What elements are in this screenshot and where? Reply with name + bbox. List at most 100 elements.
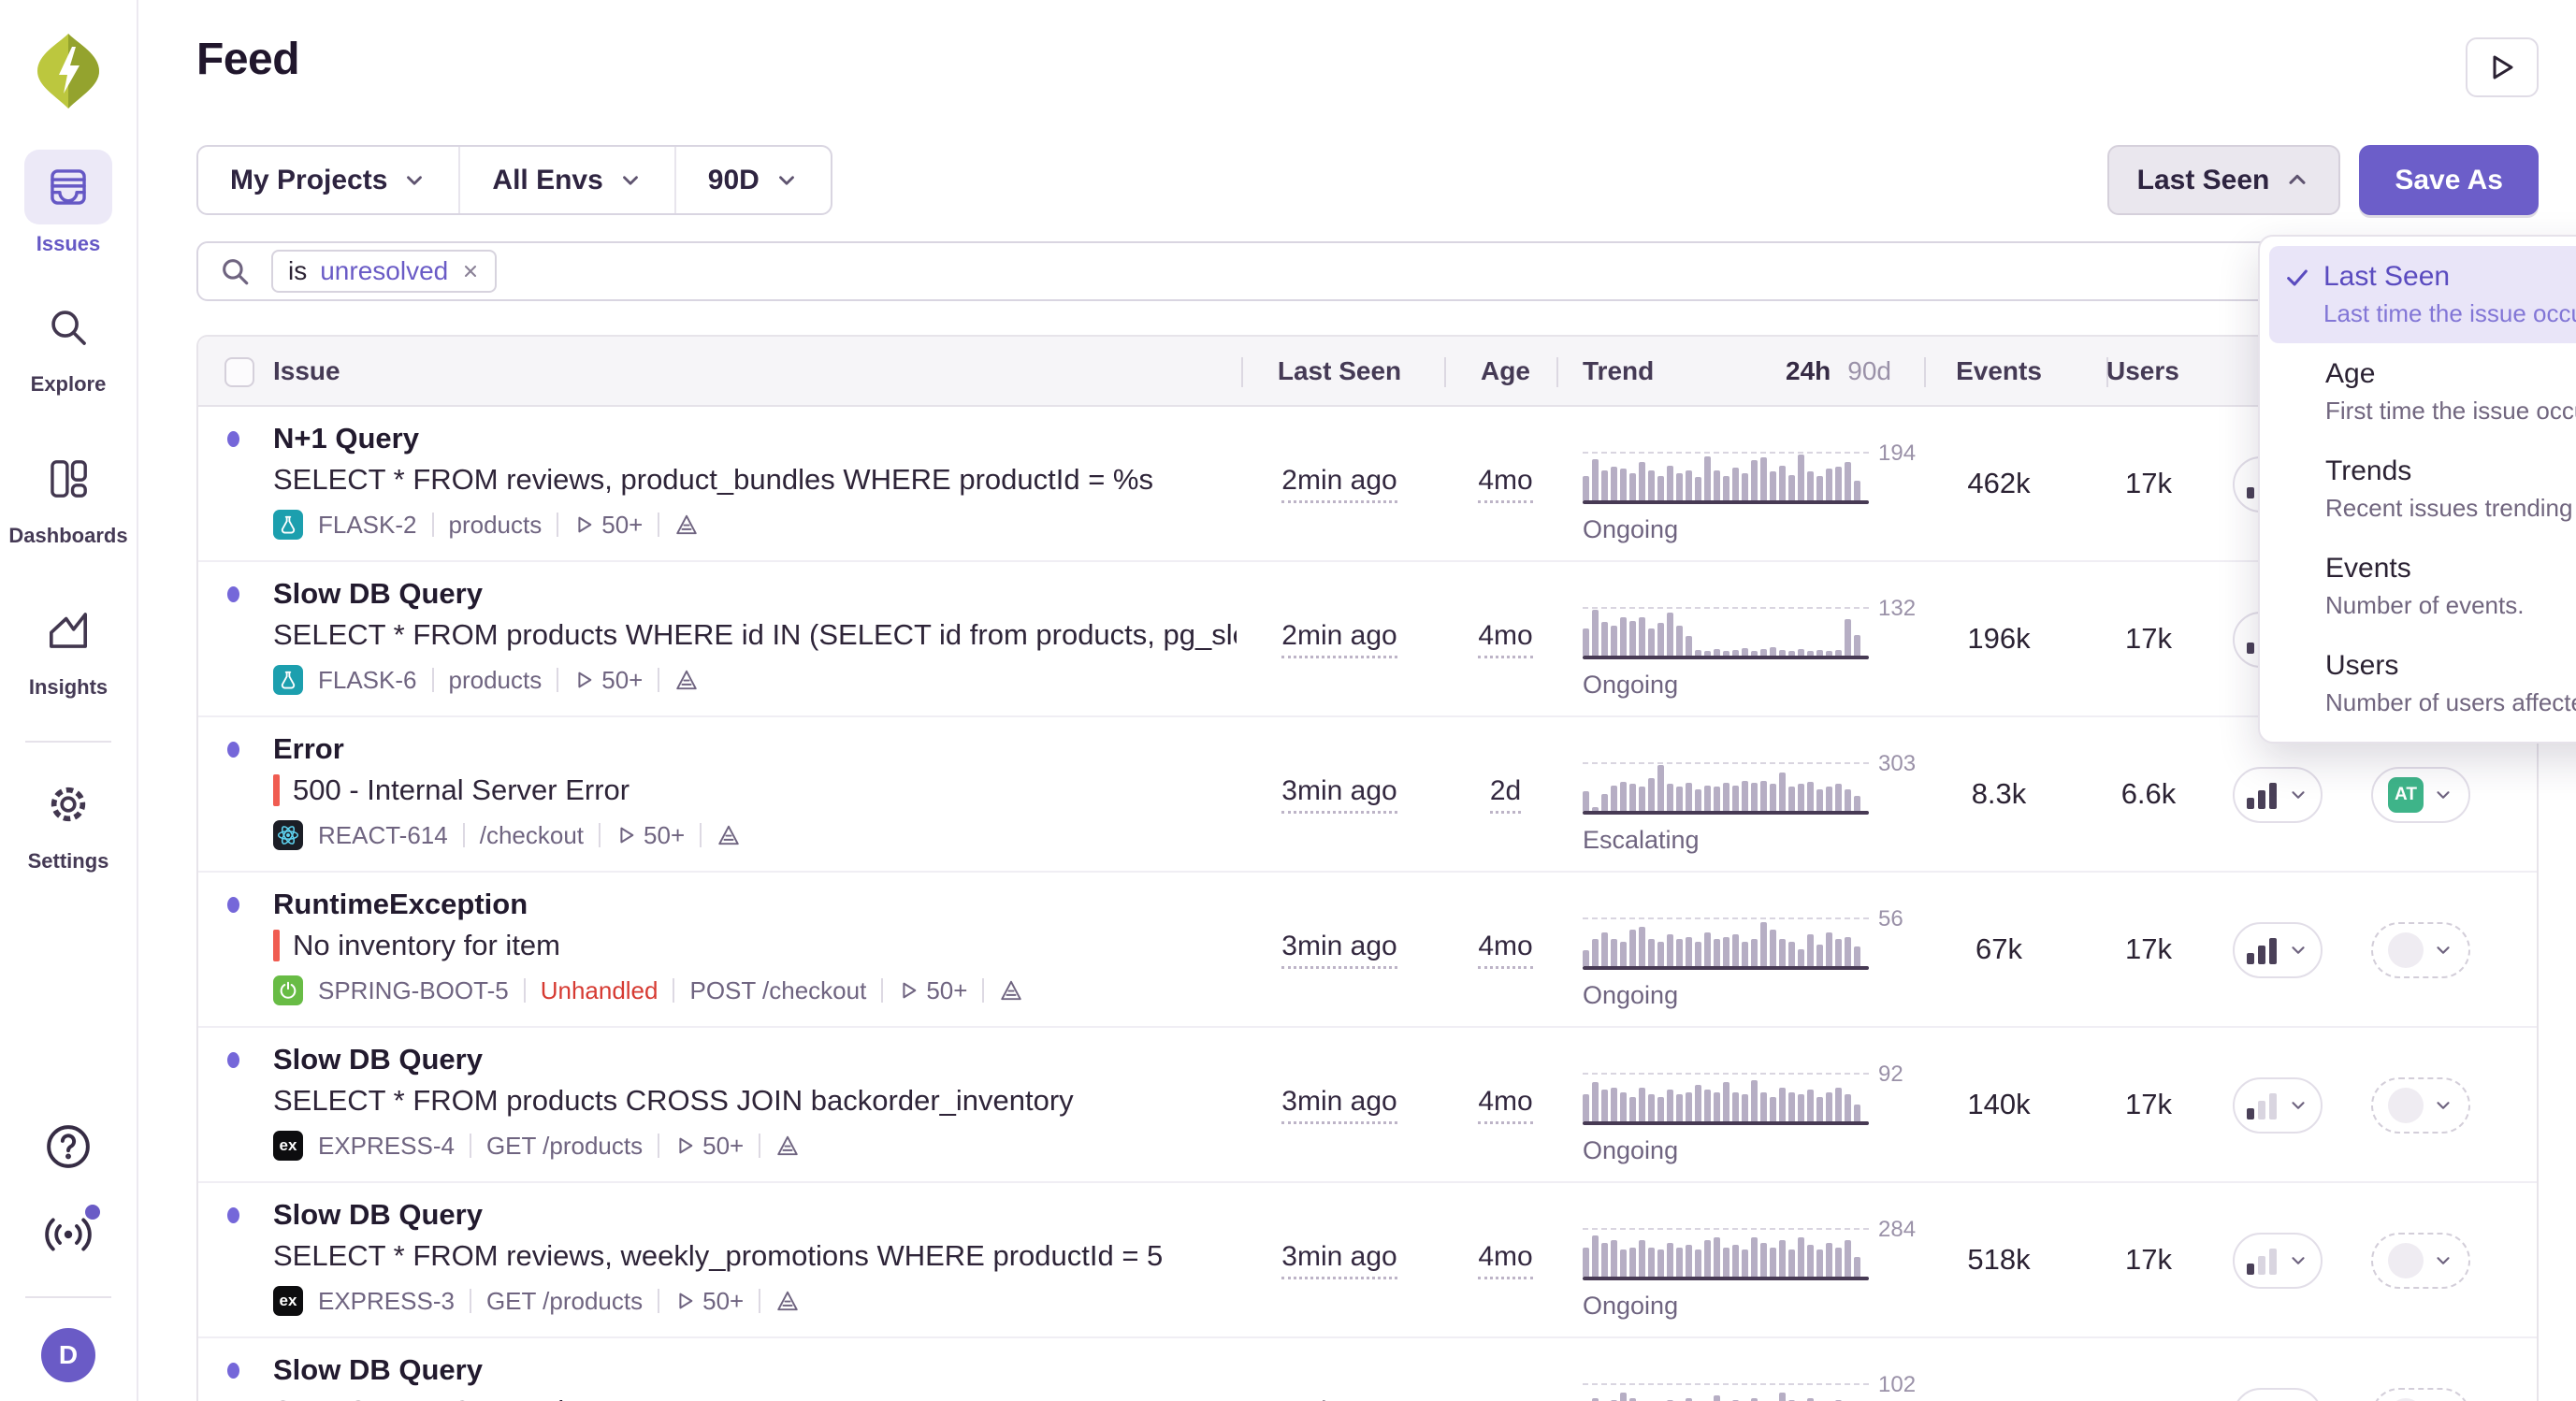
issue-meta: FLASK-2 products 50+ (273, 510, 699, 540)
issue-row[interactable]: Slow DB Query SELECT * FROM reviews, wee… (198, 1183, 2537, 1338)
age-value[interactable]: 4mo (1478, 465, 1532, 503)
sort-option-label: Last Seen (2323, 261, 2576, 293)
replay-count[interactable]: 50+ (615, 821, 685, 850)
issue-subtitle: No inventory for item (273, 929, 560, 962)
trend-status: Ongoing (1583, 1136, 1678, 1165)
age-value[interactable]: 4mo (1478, 620, 1532, 658)
issue-row[interactable]: Slow DB Query SELECT * FROM products ex (198, 1338, 2537, 1401)
sidebar-item-settings[interactable]: Settings (0, 767, 137, 874)
date-range-filter[interactable]: 90D (676, 147, 831, 213)
issue-title[interactable]: Error (273, 732, 344, 766)
search-bar[interactable]: is unresolved (196, 241, 2539, 301)
last-seen-value[interactable]: 3min ago (1281, 1086, 1397, 1124)
sparkline-baseline (1583, 500, 1869, 504)
sidebar-item-explore[interactable]: Explore (0, 290, 137, 397)
issue-title[interactable]: N+1 Query (273, 422, 419, 455)
issue-row[interactable]: Slow DB Query SELECT * FROM products WHE… (198, 562, 2537, 717)
issue-row[interactable]: Error 500 - Internal Server Error REACT-… (198, 717, 2537, 873)
help-button[interactable] (40, 1119, 96, 1175)
replay-play-icon (573, 670, 594, 690)
sort-option-label: Users (2325, 650, 2576, 682)
play-button[interactable] (2466, 37, 2539, 97)
issue-meta: ex EXPRESS-4 GET /products 50+ (273, 1131, 800, 1161)
priority-selector[interactable] (2233, 1077, 2323, 1134)
unassigned-avatar (2388, 1088, 2424, 1123)
alert-triangle-icon (775, 1134, 800, 1158)
last-seen-value[interactable]: 2min ago (1281, 620, 1397, 658)
replay-count[interactable]: 50+ (573, 511, 643, 540)
trend-status: Ongoing (1583, 515, 1678, 544)
issue-title[interactable]: Slow DB Query (273, 577, 483, 611)
app-logo[interactable] (35, 32, 102, 110)
column-header-age[interactable]: Age (1452, 337, 1559, 405)
replay-count[interactable]: 50+ (573, 666, 643, 695)
priority-selector[interactable] (2233, 1388, 2323, 1401)
save-as-button[interactable]: Save As (2359, 145, 2539, 215)
trend-toggle-90d[interactable]: 90d (1847, 356, 1891, 386)
issue-subtitle: 500 - Internal Server Error (273, 773, 630, 807)
sort-menu-item-age[interactable]: Age First time the issue occurred. (2269, 343, 2576, 441)
sort-menu-item-trends[interactable]: Trends Recent issues trending upward. (2269, 441, 2576, 538)
sidebar-item-label: Settings (28, 849, 109, 874)
toolbar-right: Last Seen Save As (2107, 145, 2539, 215)
environments-filter[interactable]: All Envs (460, 147, 673, 213)
meta-divider (881, 978, 883, 1003)
whats-new-button[interactable] (40, 1206, 96, 1263)
last-seen-value[interactable]: 3min ago (1281, 931, 1397, 969)
replay-count[interactable]: 50+ (898, 976, 967, 1005)
priority-selector[interactable] (2233, 922, 2323, 978)
transaction-label: GET /products (486, 1132, 643, 1161)
issue-title[interactable]: Slow DB Query (273, 1043, 483, 1076)
sidebar-item-insights[interactable]: Insights (0, 593, 137, 700)
age-value[interactable]: 4mo (1478, 1241, 1532, 1279)
age-value[interactable]: 2d (1490, 775, 1521, 814)
last-seen-value[interactable]: 3min ago (1281, 1241, 1397, 1279)
column-header-users[interactable]: Users (2069, 337, 2228, 405)
last-seen-value[interactable]: 2min ago (1281, 465, 1397, 503)
priority-selector[interactable] (2233, 767, 2323, 823)
last-seen-value[interactable]: 3min ago (1281, 1396, 1397, 1401)
search-filter-token[interactable]: is unresolved (271, 250, 497, 293)
sidebar-item-issues[interactable]: Issues (0, 150, 137, 256)
issue-row[interactable]: RuntimeException No inventory for item S… (198, 873, 2537, 1028)
transaction-label: products (449, 666, 543, 695)
projects-filter[interactable]: My Projects (198, 147, 458, 213)
issue-title[interactable]: Slow DB Query (273, 1198, 483, 1232)
close-icon[interactable] (461, 262, 480, 281)
age-value[interactable]: 4mo (1478, 1086, 1532, 1124)
sparkline-bars (1583, 452, 1869, 500)
replay-count[interactable]: 50+ (674, 1287, 744, 1316)
search-icon (45, 304, 92, 351)
assignee-selector-unassigned[interactable] (2371, 1233, 2470, 1289)
column-header-trend[interactable]: Trend (1583, 337, 1654, 405)
last-seen-value[interactable]: 3min ago (1281, 775, 1397, 814)
column-header-events[interactable]: Events (1915, 337, 2083, 405)
age-value[interactable]: 4mo (1478, 1396, 1532, 1401)
replay-count[interactable]: 50+ (674, 1132, 744, 1161)
sparkline-baseline (1583, 811, 1869, 815)
user-avatar[interactable]: D (41, 1328, 95, 1382)
age-value[interactable]: 4mo (1478, 931, 1532, 969)
trend-toggle-24h[interactable]: 24h (1786, 356, 1831, 386)
column-header-last-seen[interactable]: Last Seen (1246, 337, 1433, 405)
sort-menu-item-last-seen[interactable]: Last Seen Last time the issue occurred. (2269, 246, 2576, 343)
priority-selector[interactable] (2233, 1233, 2323, 1289)
assignee-selector-unassigned[interactable] (2371, 1388, 2470, 1401)
assignee-selector[interactable]: AT (2371, 767, 2470, 823)
issue-row[interactable]: N+1 Query SELECT * FROM reviews, product… (198, 407, 2537, 562)
sort-button[interactable]: Last Seen (2107, 145, 2341, 215)
issue-title[interactable]: Slow DB Query (273, 1353, 483, 1387)
select-all-checkbox[interactable] (224, 357, 254, 387)
column-header-issue[interactable]: Issue (273, 337, 340, 405)
sidebar-item-dashboards[interactable]: Dashboards (0, 441, 137, 548)
issue-row[interactable]: Slow DB Query SELECT * FROM products CRO… (198, 1028, 2537, 1183)
trend-sparkline: 284 (1583, 1226, 1869, 1280)
replay-count-label: 50+ (644, 821, 685, 850)
assignee-selector-unassigned[interactable] (2371, 922, 2470, 978)
sparkline-baseline (1583, 1121, 1869, 1125)
assignee-selector-unassigned[interactable] (2371, 1077, 2470, 1134)
events-count: 462k (1915, 407, 2083, 560)
issue-title[interactable]: RuntimeException (273, 888, 528, 921)
sort-menu-item-users[interactable]: Users Number of users affected. (2269, 635, 2576, 732)
sort-menu-item-events[interactable]: Events Number of events. (2269, 538, 2576, 635)
